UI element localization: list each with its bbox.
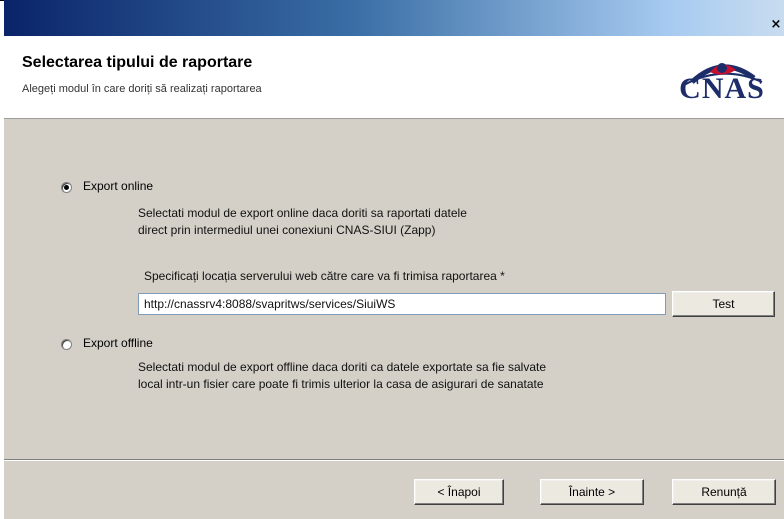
wizard-footer: < Înapoi Înainte > Renunță [4,461,784,519]
page-subtitle: Alegeți modul în care doriți să realizaț… [22,83,262,95]
server-location-label: Specificați locația serverului web către… [144,269,505,283]
back-button[interactable]: < Înapoi [414,479,504,505]
cancel-button[interactable]: Renunță [672,479,776,505]
export-offline-radio[interactable] [61,339,72,350]
test-button[interactable]: Test [672,291,775,317]
export-online-label[interactable]: Export online [83,179,153,193]
page-title: Selectarea tipului de raportare [22,54,253,71]
export-offline-desc-line1: Selectati modul de export offline daca d… [138,360,547,374]
window-titlebar[interactable]: × [4,0,784,36]
next-button[interactable]: Înainte > [540,479,644,505]
export-online-description: Selectati modul de export online daca do… [138,205,467,239]
export-offline-desc-line2: local intr-un fisier care poate fi trimi… [138,377,544,391]
server-url-input[interactable]: http://cnassrv4:8088/svapritws/services/… [138,293,666,315]
export-online-desc-line1: Selectati modul de export online daca do… [138,206,467,220]
wizard-body: Export online Selectati modul de export … [4,119,784,459]
cnas-logo-text: CNAS [679,72,765,105]
wizard-header: Selectarea tipului de raportare Alegeți … [4,36,784,119]
radio-selected-dot [64,185,69,190]
export-online-desc-line2: direct prin intermediul unei conexiuni C… [138,223,436,237]
close-icon[interactable]: × [770,18,782,32]
export-offline-description: Selectati modul de export offline daca d… [138,359,546,393]
export-online-radio[interactable] [61,182,72,193]
export-offline-label[interactable]: Export offline [83,336,153,350]
cnas-logo: CNAS [662,52,782,112]
